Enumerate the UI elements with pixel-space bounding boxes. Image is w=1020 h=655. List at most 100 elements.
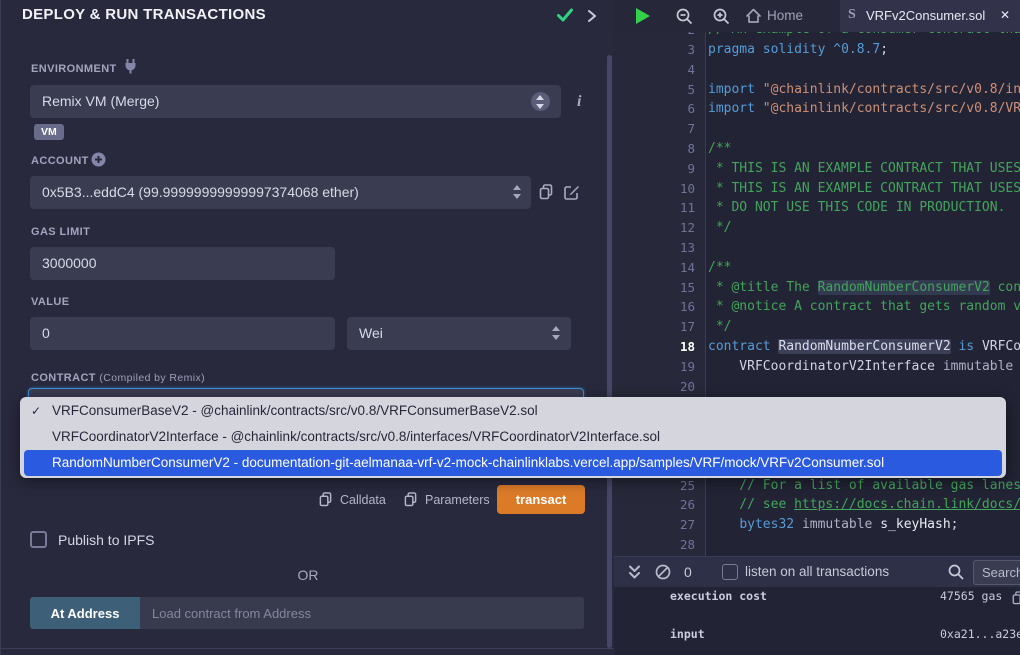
line-number: 4 xyxy=(687,60,695,80)
line-number: 14 xyxy=(680,258,695,278)
line-number: 10 xyxy=(680,179,695,199)
receipt-value: 0xa21...a23e4 xyxy=(940,627,1020,641)
code-line: bytes32 immutable s_keyHash; xyxy=(708,515,959,535)
code-line: VRFCoordinatorV2Interface immutable COOR… xyxy=(708,357,1020,377)
home-icon[interactable] xyxy=(745,8,762,24)
tab-home[interactable]: Home xyxy=(767,8,803,23)
code-line: // An example of a consumer contract tha… xyxy=(708,32,1020,40)
account-label: ACCOUNT xyxy=(31,155,89,167)
line-number: 6 xyxy=(687,99,695,119)
search-icon xyxy=(948,564,964,580)
terminal-search-input[interactable] xyxy=(973,560,1020,585)
code-line: contract RandomNumberConsumerV2 is VRFCo… xyxy=(708,337,1020,357)
plug-icon xyxy=(123,58,138,74)
line-number: 3 xyxy=(687,40,695,60)
code-line: * DO NOT USE THIS CODE IN PRODUCTION. xyxy=(708,198,1005,218)
receipt-key: execution cost xyxy=(670,589,767,603)
gas-limit-label: GAS LIMIT xyxy=(31,226,90,238)
at-address-input[interactable] xyxy=(140,597,584,629)
line-number: 18 xyxy=(680,337,695,357)
solidity-file-icon: S xyxy=(848,7,856,23)
code-line: import "@chainlink/contracts/src/v0.8/in… xyxy=(708,80,1020,100)
receipt-row: input 0xa21...a23e4 xyxy=(614,627,1020,643)
copy-icon[interactable] xyxy=(539,184,553,200)
select-caret-icon[interactable] xyxy=(513,185,523,199)
panel-scrollbar[interactable] xyxy=(607,55,612,648)
select-caret-icon[interactable] xyxy=(552,326,562,340)
environment-label: ENVIRONMENT xyxy=(31,63,117,75)
copy-icon[interactable] xyxy=(404,492,417,507)
parameters-button[interactable]: Parameters xyxy=(425,493,490,507)
info-icon[interactable]: i xyxy=(577,93,581,111)
code-line: * THIS IS AN EXAMPLE CONTRACT THAT USES … xyxy=(708,159,1020,179)
line-number: 25 xyxy=(680,476,695,496)
line-number: 16 xyxy=(680,297,695,317)
panel-title: DEPLOY & RUN TRANSACTIONS xyxy=(22,6,266,23)
deploy-run-panel: DEPLOY & RUN TRANSACTIONS ENVIRONMENT Re… xyxy=(0,0,614,655)
line-number: 13 xyxy=(680,238,695,258)
contract-sublabel: (Compiled by Remix) xyxy=(99,372,205,384)
code-line: // For a list of available gas lanes on … xyxy=(708,476,1020,496)
line-number: 5 xyxy=(687,80,695,100)
line-number: 17 xyxy=(680,317,695,337)
code-line: */ xyxy=(708,218,731,238)
contract-option[interactable]: VRFCoordinatorV2Interface - @chainlink/c… xyxy=(20,424,1006,450)
tab-file-label: VRFv2Consumer.sol xyxy=(866,8,985,23)
value-unit-select[interactable]: Wei xyxy=(347,317,571,350)
panel-divider xyxy=(1,648,615,649)
close-tab-icon[interactable]: ✕ xyxy=(1000,8,1010,22)
gas-limit-value: 3000000 xyxy=(42,255,97,271)
contract-option[interactable]: RandomNumberConsumerV2 - documentation-g… xyxy=(24,450,1002,476)
copy-icon[interactable] xyxy=(319,492,332,507)
collapse-terminal-icon[interactable] xyxy=(628,565,641,580)
code-line: /** xyxy=(708,258,731,278)
line-number: 11 xyxy=(680,198,695,218)
line-number: 15 xyxy=(680,278,695,298)
account-value: 0x5B3...eddC4 (99.99999999999997374068 e… xyxy=(42,184,359,200)
code-line: import "@chainlink/contracts/src/v0.8/VR… xyxy=(708,99,1020,119)
select-caret-icon[interactable] xyxy=(531,92,550,111)
gas-limit-input[interactable]: 3000000 xyxy=(30,247,335,280)
listen-all-label: listen on all transactions xyxy=(745,564,889,579)
editor-region: Home S VRFv2Consumer.sol ✕ 2345678910111… xyxy=(614,0,1020,655)
vm-badge: VM xyxy=(34,124,64,140)
receipt-value: 47565 gas xyxy=(940,589,1002,603)
line-number: 7 xyxy=(687,119,695,139)
receipt-key: input xyxy=(670,627,705,641)
code-line: * @notice A contract that gets random va… xyxy=(708,297,1020,317)
code-line: // see https://docs.chain.link/docs/vrf-… xyxy=(708,495,1020,515)
clear-console-icon[interactable] xyxy=(655,564,671,580)
code-line: */ xyxy=(708,317,731,337)
publish-ipfs-checkbox[interactable] xyxy=(30,531,47,548)
transact-button[interactable]: transact xyxy=(497,485,585,514)
option-check-icon: ✓ xyxy=(31,398,41,424)
zoom-out-icon[interactable] xyxy=(676,8,693,25)
or-divider: OR xyxy=(1,567,615,583)
option-label: VRFConsumerBaseV2 - @chainlink/contracts… xyxy=(52,403,538,418)
listen-all-checkbox[interactable] xyxy=(722,564,738,580)
line-number: 20 xyxy=(680,377,695,397)
contract-option[interactable]: ✓ VRFConsumerBaseV2 - @chainlink/contract… xyxy=(20,398,1006,424)
at-address-button[interactable]: At Address xyxy=(30,597,140,629)
environment-select[interactable]: Remix VM (Merge) xyxy=(30,85,561,118)
edit-pencil-icon[interactable] xyxy=(564,184,580,200)
account-select[interactable]: 0x5B3...eddC4 (99.99999999999997374068 e… xyxy=(30,176,531,209)
copy-icon[interactable] xyxy=(1012,590,1020,609)
code-line: /** xyxy=(708,139,731,159)
terminal-content: execution cost 47565 gas input 0xa21...a23e… xyxy=(614,587,1020,655)
run-script-icon[interactable] xyxy=(636,8,650,24)
calldata-button[interactable]: Calldata xyxy=(340,493,386,507)
value-amount: 0 xyxy=(42,325,50,341)
line-number: 27 xyxy=(680,515,695,535)
line-number: 26 xyxy=(680,495,695,515)
transaction-count: 0 xyxy=(684,564,692,580)
value-input[interactable]: 0 xyxy=(30,317,335,350)
chevron-right-icon[interactable] xyxy=(587,10,597,22)
contract-dropdown: ✓ VRFConsumerBaseV2 - @chainlink/contract… xyxy=(20,397,1006,478)
receipt-row: execution cost 47565 gas xyxy=(614,589,1020,605)
tab-bar: Home S VRFv2Consumer.sol ✕ xyxy=(614,0,1020,32)
plus-circle-icon[interactable] xyxy=(91,152,106,167)
line-number: 19 xyxy=(680,357,695,377)
zoom-in-icon[interactable] xyxy=(713,8,730,25)
tab-file-active[interactable]: S VRFv2Consumer.sol ✕ xyxy=(840,0,1020,32)
